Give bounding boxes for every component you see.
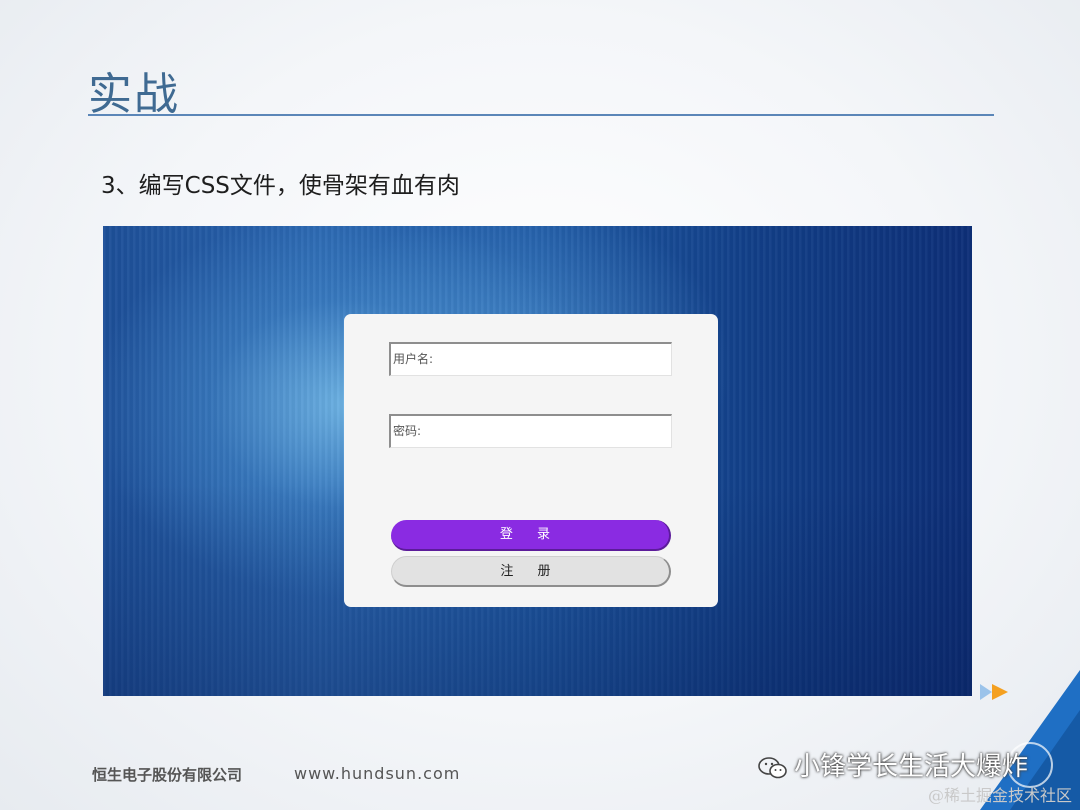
- watermark-sub: @稀土掘金技术社区: [927, 786, 1072, 805]
- watermark-main: 小锋学长生活大爆炸: [758, 746, 1028, 783]
- slide-title: 实战: [88, 69, 180, 120]
- watermark-main-text: 小锋学长生活大爆炸: [794, 752, 1029, 782]
- footer-company: 恒生电子股份有限公司: [92, 766, 243, 784]
- slide-subtitle: 3、编写CSS文件，使骨架有血有肉: [101, 173, 460, 199]
- register-button[interactable]: 注 册: [391, 556, 671, 587]
- login-button[interactable]: 登 录: [391, 520, 671, 551]
- password-input[interactable]: 密码:: [389, 414, 672, 448]
- wechat-icon: [758, 756, 787, 778]
- footer-url: www.hundsun.com: [294, 764, 461, 783]
- login-page-screenshot: 用户名: 密码: 登 录 注 册: [103, 226, 972, 696]
- title-divider: [88, 114, 994, 116]
- username-input[interactable]: 用户名:: [389, 342, 672, 376]
- login-card: 用户名: 密码: 登 录 注 册: [344, 314, 718, 607]
